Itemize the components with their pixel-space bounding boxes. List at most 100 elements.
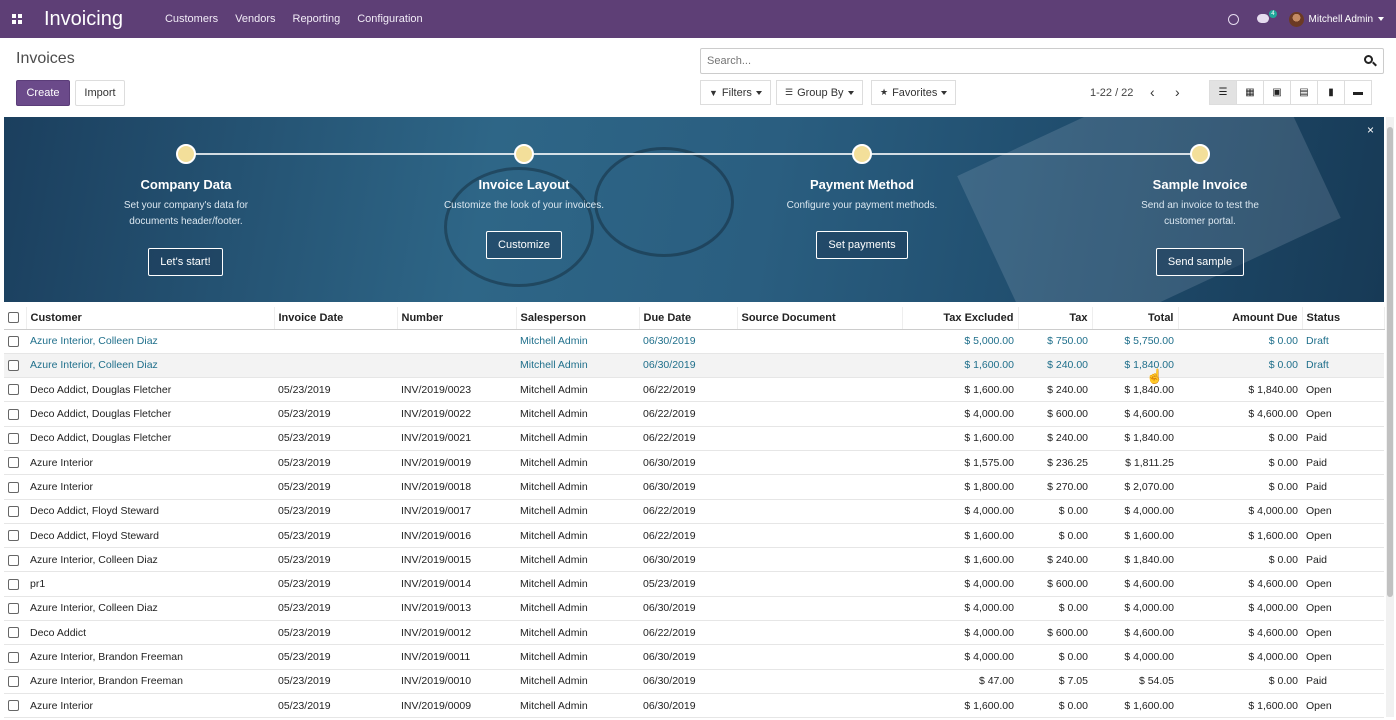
cell-amount-due: $ 0.00 [1178, 329, 1302, 354]
row-checkbox[interactable] [8, 554, 19, 566]
kanban-view-button[interactable]: ▦ [1236, 80, 1264, 105]
pager-next-icon[interactable]: › [1175, 84, 1180, 100]
table-row[interactable]: Deco Addict, Douglas Fletcher 05/23/2019 I… [4, 377, 1384, 403]
favorites-dropdown[interactable]: ★ Favorites [871, 80, 957, 105]
cell-number: INV/2019/0011 [397, 644, 516, 670]
app-brand[interactable]: Invoicing [44, 8, 123, 31]
cell-salesperson: Mitchell Admin [516, 426, 639, 451]
row-checkbox[interactable] [8, 651, 19, 663]
row-checkbox[interactable] [8, 578, 19, 590]
activity-clock-icon[interactable] [1227, 13, 1239, 25]
row-checkbox[interactable] [8, 433, 19, 445]
row-checkbox[interactable] [8, 603, 19, 615]
set-payments-button[interactable]: Set payments [816, 231, 908, 259]
row-checkbox[interactable] [8, 335, 19, 347]
row-checkbox[interactable] [8, 700, 19, 712]
table-row[interactable]: pr1 05/23/2019 INV/2019/0014 Mitchell Admin… [4, 571, 1384, 597]
calendar-view-button[interactable]: ▣ [1263, 80, 1291, 105]
table-row[interactable]: Azure Interior 05/23/2019 INV/2019/0019 Mit… [4, 450, 1384, 476]
row-select-cell[interactable] [4, 474, 26, 500]
column-header-due-date[interactable]: Due Date [639, 307, 738, 330]
row-select-cell[interactable] [4, 523, 26, 549]
apps-menu-button[interactable] [0, 0, 34, 38]
groupby-dropdown[interactable]: ☰ Group By [776, 80, 863, 105]
user-menu[interactable]: Mitchell Admin [1288, 11, 1384, 27]
activity-view-button[interactable]: ▬ [1344, 80, 1372, 105]
table-row[interactable]: Deco Addict, Douglas Fletcher 05/23/2019 I… [4, 426, 1384, 451]
filters-dropdown[interactable]: ▼ Filters [700, 80, 771, 105]
row-select-cell[interactable] [4, 620, 26, 646]
import-button[interactable]: Import [75, 80, 125, 106]
graph-view-button[interactable]: ▮ [1317, 80, 1345, 105]
menu-customers[interactable]: Customers [165, 13, 218, 25]
column-header-tax-excluded[interactable]: Tax Excluded [902, 307, 1019, 330]
close-icon[interactable]: × [1367, 123, 1374, 137]
column-header-total[interactable]: Total [1092, 307, 1179, 330]
page-scrollbar[interactable] [1386, 117, 1394, 717]
table-row[interactable]: Azure Interior 05/23/2019 INV/2019/0009 Mit… [4, 693, 1384, 719]
customize-button[interactable]: Customize [486, 231, 562, 259]
table-row[interactable]: Deco Addict, Douglas Fletcher 05/23/2019 I… [4, 401, 1384, 427]
menu-configuration[interactable]: Configuration [357, 13, 422, 25]
list-view-button[interactable]: ☰ [1209, 80, 1237, 105]
table-row[interactable]: Deco Addict, Floyd Steward 05/23/2019 INV/… [4, 499, 1384, 524]
row-select-cell[interactable] [4, 499, 26, 524]
column-header-customer[interactable]: Customer [26, 307, 275, 330]
row-select-cell[interactable] [4, 353, 26, 379]
select-all-cell[interactable] [4, 307, 27, 330]
row-select-cell[interactable] [4, 377, 26, 403]
search-icon[interactable] [1364, 55, 1377, 68]
row-checkbox[interactable] [8, 505, 19, 517]
menu-vendors[interactable]: Vendors [235, 13, 275, 25]
row-select-cell[interactable] [4, 669, 26, 694]
messages-chat-icon[interactable]: 4 [1256, 9, 1277, 25]
row-checkbox[interactable] [8, 676, 19, 688]
row-select-cell[interactable] [4, 693, 26, 719]
send-sample-button[interactable]: Send sample [1156, 248, 1244, 276]
row-checkbox[interactable] [8, 627, 19, 639]
pager-value[interactable]: 1-22 / 22 [1090, 87, 1133, 99]
menu-reporting[interactable]: Reporting [293, 13, 341, 25]
cell-due-date: 06/30/2019 [639, 450, 737, 476]
table-row[interactable]: Azure Interior, Colleen Diaz Mitchell Adm… [4, 329, 1384, 354]
table-row[interactable]: Azure Interior, Brandon Freeman 05/23/201… [4, 644, 1384, 670]
select-all-checkbox[interactable] [8, 312, 19, 324]
table-row[interactable]: Azure Interior 05/23/2019 INV/2019/0018 Mit… [4, 474, 1384, 500]
cell-number [397, 353, 516, 379]
table-row[interactable]: Azure Interior, Colleen Diaz Mitchell Adm… [4, 353, 1384, 379]
pager-previous-icon[interactable]: ‹ [1150, 84, 1155, 100]
column-header-status[interactable]: Status [1302, 307, 1385, 330]
row-select-cell[interactable] [4, 644, 26, 670]
table-row[interactable]: Azure Interior, Brandon Freeman 05/23/201… [4, 669, 1384, 694]
row-select-cell[interactable] [4, 547, 26, 573]
column-header-tax[interactable]: Tax [1018, 307, 1093, 330]
column-header-number[interactable]: Number [397, 307, 517, 330]
pivot-view-button[interactable]: ▤ [1290, 80, 1318, 105]
lets-start-button[interactable]: Let's start! [148, 248, 223, 276]
cell-due-date: 06/30/2019 [639, 329, 737, 354]
table-row[interactable]: Azure Interior, Colleen Diaz 05/23/2019 IN… [4, 547, 1384, 573]
table-row[interactable]: Deco Addict 05/23/2019 INV/2019/0012 Mitche… [4, 620, 1384, 646]
row-select-cell[interactable] [4, 571, 26, 597]
row-select-cell[interactable] [4, 450, 26, 476]
row-checkbox[interactable] [8, 481, 19, 493]
table-row[interactable]: Azure Interior, Colleen Diaz 05/23/2019 IN… [4, 596, 1384, 622]
column-header-source-document[interactable]: Source Document [737, 307, 903, 330]
row-select-cell[interactable] [4, 329, 26, 354]
row-checkbox[interactable] [8, 384, 19, 396]
row-select-cell[interactable] [4, 426, 26, 451]
create-button[interactable]: Create [16, 80, 70, 106]
search-input[interactable] [707, 55, 1347, 67]
table-row[interactable]: Deco Addict, Floyd Steward 05/23/2019 INV/… [4, 523, 1384, 549]
row-checkbox[interactable] [8, 408, 19, 420]
scrollbar-thumb[interactable] [1387, 127, 1393, 597]
row-checkbox[interactable] [8, 530, 19, 542]
column-header-invoice-date[interactable]: Invoice Date [274, 307, 398, 330]
cell-source-document [737, 523, 902, 549]
row-checkbox[interactable] [8, 457, 19, 469]
row-select-cell[interactable] [4, 596, 26, 622]
column-header-salesperson[interactable]: Salesperson [516, 307, 640, 330]
column-header-amount-due[interactable]: Amount Due [1178, 307, 1303, 330]
row-checkbox[interactable] [8, 360, 19, 372]
row-select-cell[interactable] [4, 401, 26, 427]
